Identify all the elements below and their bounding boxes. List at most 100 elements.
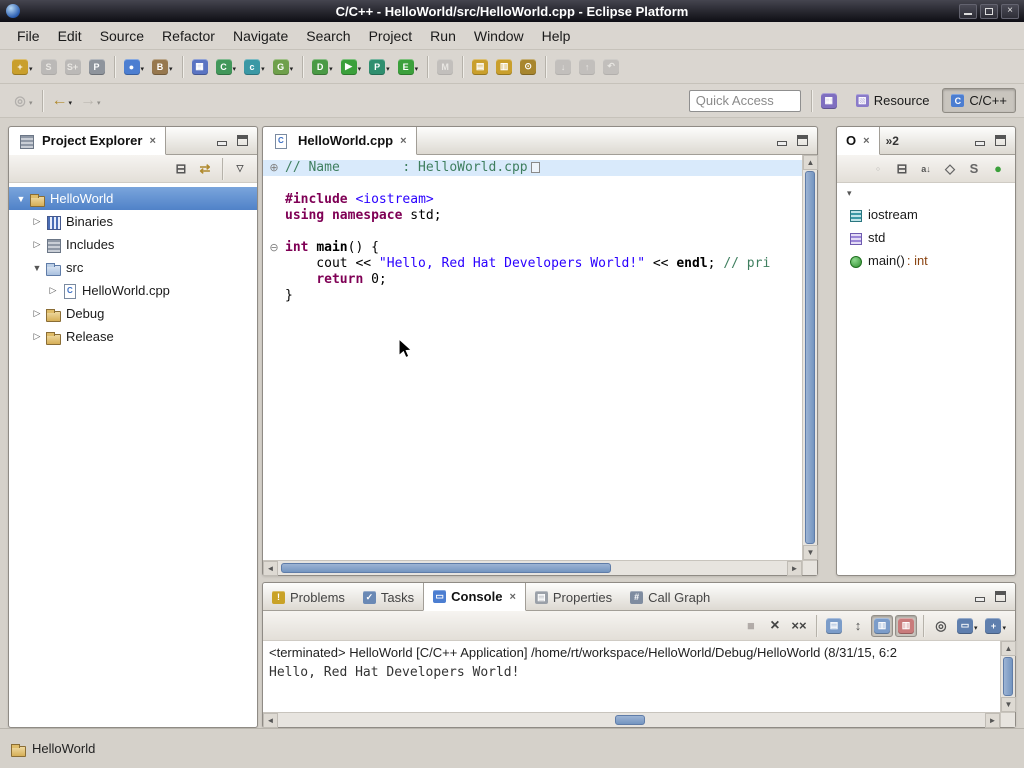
scroll-left-arrow[interactable]: ◄ xyxy=(263,561,278,576)
open-console-button[interactable]: +▾ xyxy=(982,615,1009,637)
view-menu-icon[interactable]: ▾ xyxy=(847,188,852,199)
debug-button[interactable]: D▾ xyxy=(309,56,336,78)
scrollbar-thumb[interactable] xyxy=(281,563,611,573)
code-editor[interactable]: ⊕// Name : HelloWorld.cpp #include <iostr… xyxy=(263,155,817,575)
dropdown-arrow-icon[interactable]: ▾ xyxy=(290,65,294,73)
expander-closed-icon[interactable]: ▷ xyxy=(29,331,45,342)
menu-run[interactable]: Run xyxy=(421,25,465,47)
remove-launch-button[interactable]: × xyxy=(764,615,786,637)
dropdown-arrow-icon[interactable]: ▾ xyxy=(233,65,237,73)
perspective-resource[interactable]: ▧Resource xyxy=(847,88,939,113)
dropdown-arrow-icon[interactable]: ▾ xyxy=(261,65,265,73)
code-line[interactable]: return 0; xyxy=(263,272,802,288)
show-on-stderr-button[interactable]: ▥ xyxy=(895,615,917,637)
save-all-button[interactable]: S+ xyxy=(62,56,84,78)
mark-occurrences-button[interactable]: M xyxy=(434,56,456,78)
menu-navigate[interactable]: Navigate xyxy=(224,25,297,47)
code-line[interactable]: ⊕// Name : HelloWorld.cpp xyxy=(263,160,802,176)
code-line[interactable]: using namespace std; xyxy=(263,208,802,224)
display-selected-console-button[interactable]: ▭▾ xyxy=(954,615,981,637)
next-annotation-button[interactable]: ↓ xyxy=(552,56,574,78)
new-source-file-button[interactable]: c▾ xyxy=(241,56,268,78)
previous-annotation-button[interactable]: ↑ xyxy=(576,56,598,78)
code-line[interactable]: cout << "Hello, Red Hat Developers World… xyxy=(263,256,802,272)
dropdown-arrow-icon[interactable]: ▾ xyxy=(415,65,419,73)
more-views-indicator[interactable]: »2 xyxy=(886,134,899,148)
new-wizard-button[interactable]: +▾ xyxy=(9,56,36,78)
perspective-c-c-[interactable]: CC/C++ xyxy=(942,88,1016,113)
hide-static-members-button[interactable]: S xyxy=(963,158,985,180)
folded-region-indicator[interactable] xyxy=(531,162,540,173)
maximize-view-button[interactable] xyxy=(237,135,248,146)
fold-plus-icon[interactable]: ⊕ xyxy=(263,160,285,176)
menu-project[interactable]: Project xyxy=(360,25,422,47)
open-type-button[interactable]: ▤ xyxy=(469,56,491,78)
outline-item-iostream[interactable]: iostream xyxy=(837,203,1015,226)
tab-properties[interactable]: ▤Properties xyxy=(526,583,621,611)
dropdown-arrow-icon[interactable]: ▾ xyxy=(29,99,33,107)
collapse-all-button[interactable]: ⊟ xyxy=(170,158,192,180)
close-icon[interactable]: × xyxy=(863,135,869,147)
tab-console[interactable]: ▭Console× xyxy=(423,583,526,611)
code-line[interactable]: #include <iostream> xyxy=(263,192,802,208)
last-edit-location-button[interactable]: ↶ xyxy=(600,56,622,78)
fold-minus-icon[interactable]: ⊖ xyxy=(263,240,285,256)
maximize-window-button[interactable] xyxy=(980,4,998,19)
open-perspective-button[interactable] xyxy=(818,90,840,112)
hide-fields-button[interactable]: ◇ xyxy=(939,158,961,180)
minimize-view-button[interactable] xyxy=(216,136,228,146)
dropdown-arrow-icon[interactable]: ▾ xyxy=(329,65,333,73)
scroll-up-arrow[interactable]: ▲ xyxy=(803,155,818,170)
maximize-view-button[interactable] xyxy=(995,591,1006,602)
minimize-window-button[interactable] xyxy=(959,4,977,19)
show-on-stdout-button[interactable]: ▥ xyxy=(871,615,893,637)
outline-item-main-[interactable]: main() : int xyxy=(837,249,1015,272)
launch-config-button[interactable]: ●▾ xyxy=(121,56,148,78)
tab-helloworld-cpp[interactable]: HelloWorld.cpp × xyxy=(263,127,417,155)
code-line[interactable]: } xyxy=(263,288,802,304)
minimize-view-button[interactable] xyxy=(974,136,986,146)
scroll-left-arrow[interactable]: ◄ xyxy=(263,713,278,728)
tab-tasks[interactable]: ✓Tasks xyxy=(354,583,423,611)
scroll-down-arrow[interactable]: ▼ xyxy=(1001,697,1016,712)
expander-open-icon[interactable]: ▼ xyxy=(13,194,29,204)
print-button[interactable]: P xyxy=(86,56,108,78)
expander-closed-icon[interactable]: ▷ xyxy=(29,308,45,319)
code-line[interactable]: ⊖int main() { xyxy=(263,240,802,256)
close-icon[interactable]: × xyxy=(509,591,515,603)
menu-refactor[interactable]: Refactor xyxy=(153,25,224,47)
open-resource-button[interactable]: ▥ xyxy=(493,56,515,78)
dropdown-arrow-icon[interactable]: ▾ xyxy=(69,99,73,107)
search-button[interactable]: ⊙ xyxy=(517,56,539,78)
code-coverage-button[interactable]: G▾ xyxy=(270,56,297,78)
build-button[interactable]: B▾ xyxy=(149,56,176,78)
scroll-right-arrow[interactable]: ► xyxy=(985,713,1000,728)
dropdown-arrow-icon[interactable]: ▾ xyxy=(386,65,390,73)
view-menu-button[interactable]: ▽ xyxy=(229,158,251,180)
tree-item-helloworld[interactable]: ▼HelloWorld xyxy=(9,187,257,210)
menu-search[interactable]: Search xyxy=(297,25,359,47)
minimize-view-button[interactable] xyxy=(974,592,986,602)
tree-item-helloworld-cpp[interactable]: ▷HelloWorld.cpp xyxy=(9,279,257,302)
code-line[interactable] xyxy=(263,176,802,192)
editor-horizontal-scrollbar[interactable]: ◄ ► xyxy=(263,560,802,575)
outline-item-std[interactable]: std xyxy=(837,226,1015,249)
menu-window[interactable]: Window xyxy=(465,25,533,47)
dropdown-arrow-icon[interactable]: ▾ xyxy=(358,65,362,73)
tree-item-release[interactable]: ▷Release xyxy=(9,325,257,348)
tab-project-explorer[interactable]: Project Explorer × xyxy=(9,127,166,155)
save-button[interactable]: S xyxy=(38,56,60,78)
run-button[interactable]: ▶▾ xyxy=(338,56,365,78)
dropdown-arrow-icon[interactable]: ▾ xyxy=(974,624,978,632)
focus-button[interactable]: ◦ xyxy=(867,158,889,180)
expander-closed-icon[interactable]: ▷ xyxy=(45,285,61,296)
scroll-down-arrow[interactable]: ▼ xyxy=(803,545,818,560)
hide-non-public-button[interactable]: ● xyxy=(987,158,1009,180)
code-line[interactable] xyxy=(263,224,802,240)
minimize-view-button[interactable] xyxy=(776,136,788,146)
scrollbar-thumb[interactable] xyxy=(805,171,815,544)
profile-button[interactable]: P▾ xyxy=(366,56,393,78)
editor-vertical-scrollbar[interactable]: ▲ ▼ xyxy=(802,155,817,560)
clear-console-button[interactable]: ▤ xyxy=(823,615,845,637)
tree-item-includes[interactable]: ▷Includes xyxy=(9,233,257,256)
